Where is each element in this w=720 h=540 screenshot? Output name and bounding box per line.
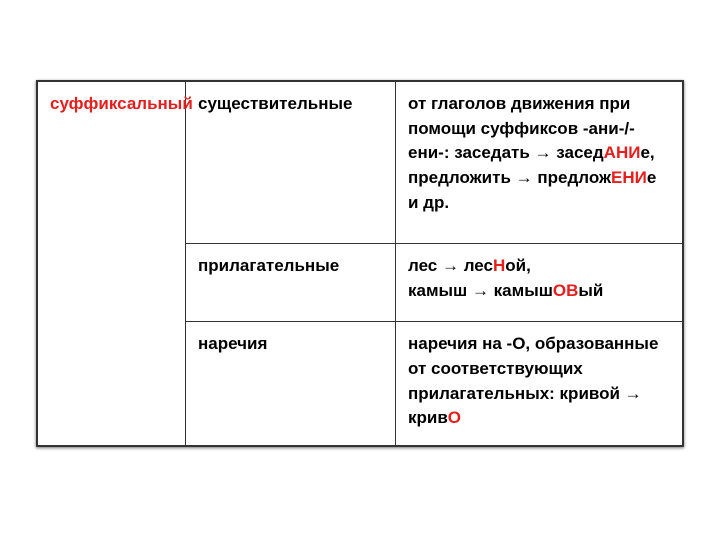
highlight-suffix: ЕНИ bbox=[611, 168, 647, 187]
example-cell: от глаголов движения при помощи суффиксо… bbox=[396, 82, 683, 244]
pos-label: прилагательные bbox=[198, 256, 339, 275]
pos-cell: прилагательные bbox=[186, 244, 396, 322]
slide: суффиксальный существительные от глаголо… bbox=[0, 0, 720, 540]
highlight-suffix: ОВ bbox=[553, 281, 579, 300]
example-text: наречия на -О, образованные от соответст… bbox=[408, 334, 658, 427]
highlight-suffix: Н bbox=[493, 256, 505, 275]
example-text: камыш → камыш bbox=[408, 281, 553, 300]
example-text: ой, bbox=[505, 256, 531, 275]
pos-label: наречия bbox=[198, 334, 267, 353]
morphology-table: суффиксальный существительные от глаголо… bbox=[37, 81, 683, 446]
method-cell: суффиксальный bbox=[38, 82, 186, 446]
highlight-suffix: О bbox=[448, 408, 461, 427]
pos-cell: существительные bbox=[186, 82, 396, 244]
example-text: ый bbox=[578, 281, 603, 300]
table-container: суффиксальный существительные от глаголо… bbox=[36, 80, 684, 447]
example-text: от глаголов движения при помощи суффиксо… bbox=[408, 94, 635, 162]
example-cell: наречия на -О, образованные от соответст… bbox=[396, 322, 683, 446]
pos-label: существительные bbox=[198, 94, 352, 113]
example-cell: лес → лесНой, камыш → камышОВый bbox=[396, 244, 683, 322]
pos-cell: наречия bbox=[186, 322, 396, 446]
highlight-suffix: АНИ bbox=[604, 143, 641, 162]
table-row: суффиксальный существительные от глаголо… bbox=[38, 82, 683, 244]
example-text: лес → лес bbox=[408, 256, 493, 275]
method-label: суффиксальный bbox=[50, 94, 193, 113]
